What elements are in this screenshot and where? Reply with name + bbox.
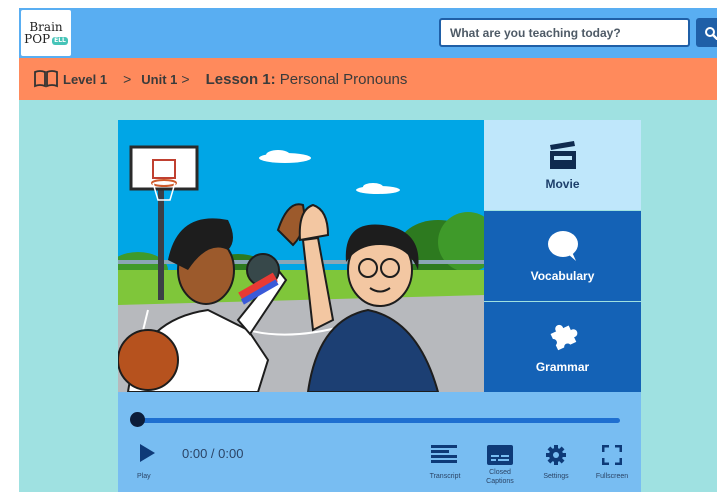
breadcrumb-unit[interactable]: Unit 1 — [141, 72, 177, 87]
gear-icon[interactable] — [546, 445, 566, 465]
breadcrumb-level[interactable]: Level 1 — [63, 72, 107, 87]
tab-movie-label: Movie — [545, 177, 580, 191]
tab-grammar-label: Grammar — [535, 360, 590, 374]
video-frame[interactable] — [118, 120, 484, 392]
page-title: Lesson 1: Personal Pronouns — [206, 71, 408, 88]
brainpop-ell-logo[interactable]: Brain POP ELL — [21, 10, 71, 56]
clapperboard-icon — [549, 141, 576, 169]
top-header: Brain POP ELL What are you teaching toda… — [19, 8, 717, 58]
logo-ell-badge: ELL — [52, 37, 68, 45]
breadcrumb: Level 1 > Unit 1 > Lesson 1: Personal Pr… — [19, 58, 717, 100]
logo-line-2: POP ELL — [24, 33, 68, 45]
lesson-number: Lesson 1: — [205, 70, 276, 88]
tab-grammar[interactable]: Grammar — [484, 302, 641, 392]
play-label: Play — [137, 473, 151, 480]
logo-pop-text: POP — [24, 32, 51, 46]
puzzle-icon — [549, 324, 577, 351]
closed-captions-label-line-2: Captions — [486, 478, 514, 485]
play-icon[interactable] — [138, 443, 156, 463]
closed-captions-icon[interactable] — [487, 445, 513, 465]
closed-captions-label-line-1: Closed — [489, 469, 511, 476]
progress-track[interactable] — [138, 418, 620, 423]
tab-vocabulary[interactable]: Vocabulary — [484, 211, 641, 301]
settings-label: Settings — [543, 473, 569, 480]
breadcrumb-separator: > — [181, 71, 190, 87]
transcript-label: Transcript — [429, 473, 461, 480]
movie-thumbnail-illustration — [118, 120, 484, 392]
video-player-controls: Play 0:00 / 0:00 Transcript Closed Capti — [118, 392, 641, 492]
speech-bubble-icon — [547, 231, 578, 261]
closed-captions-label: Closed Captions — [480, 468, 520, 486]
fullscreen-icon[interactable] — [602, 445, 622, 465]
tab-vocabulary-label: Vocabulary — [530, 269, 595, 283]
main-area: Movie Vocabulary Grammar Play 0:00 / 0:0… — [19, 100, 717, 492]
tab-movie[interactable]: Movie — [484, 120, 641, 210]
activity-tabs: Movie Vocabulary Grammar — [484, 120, 641, 392]
app-frame: Brain POP ELL What are you teaching toda… — [19, 8, 717, 492]
book-icon[interactable] — [33, 69, 59, 89]
search-placeholder: What are you teaching today? — [450, 25, 621, 40]
time-display: 0:00 / 0:00 — [182, 446, 244, 461]
lesson-title: Personal Pronouns — [279, 70, 408, 88]
breadcrumb-separator: > — [123, 71, 132, 87]
search-button[interactable] — [696, 18, 717, 47]
transcript-icon[interactable] — [431, 445, 457, 463]
fullscreen-label: Fullscreen — [595, 473, 629, 480]
progress-scrubber[interactable] — [130, 412, 145, 427]
search-icon — [705, 26, 717, 40]
search-input[interactable]: What are you teaching today? — [439, 18, 690, 47]
